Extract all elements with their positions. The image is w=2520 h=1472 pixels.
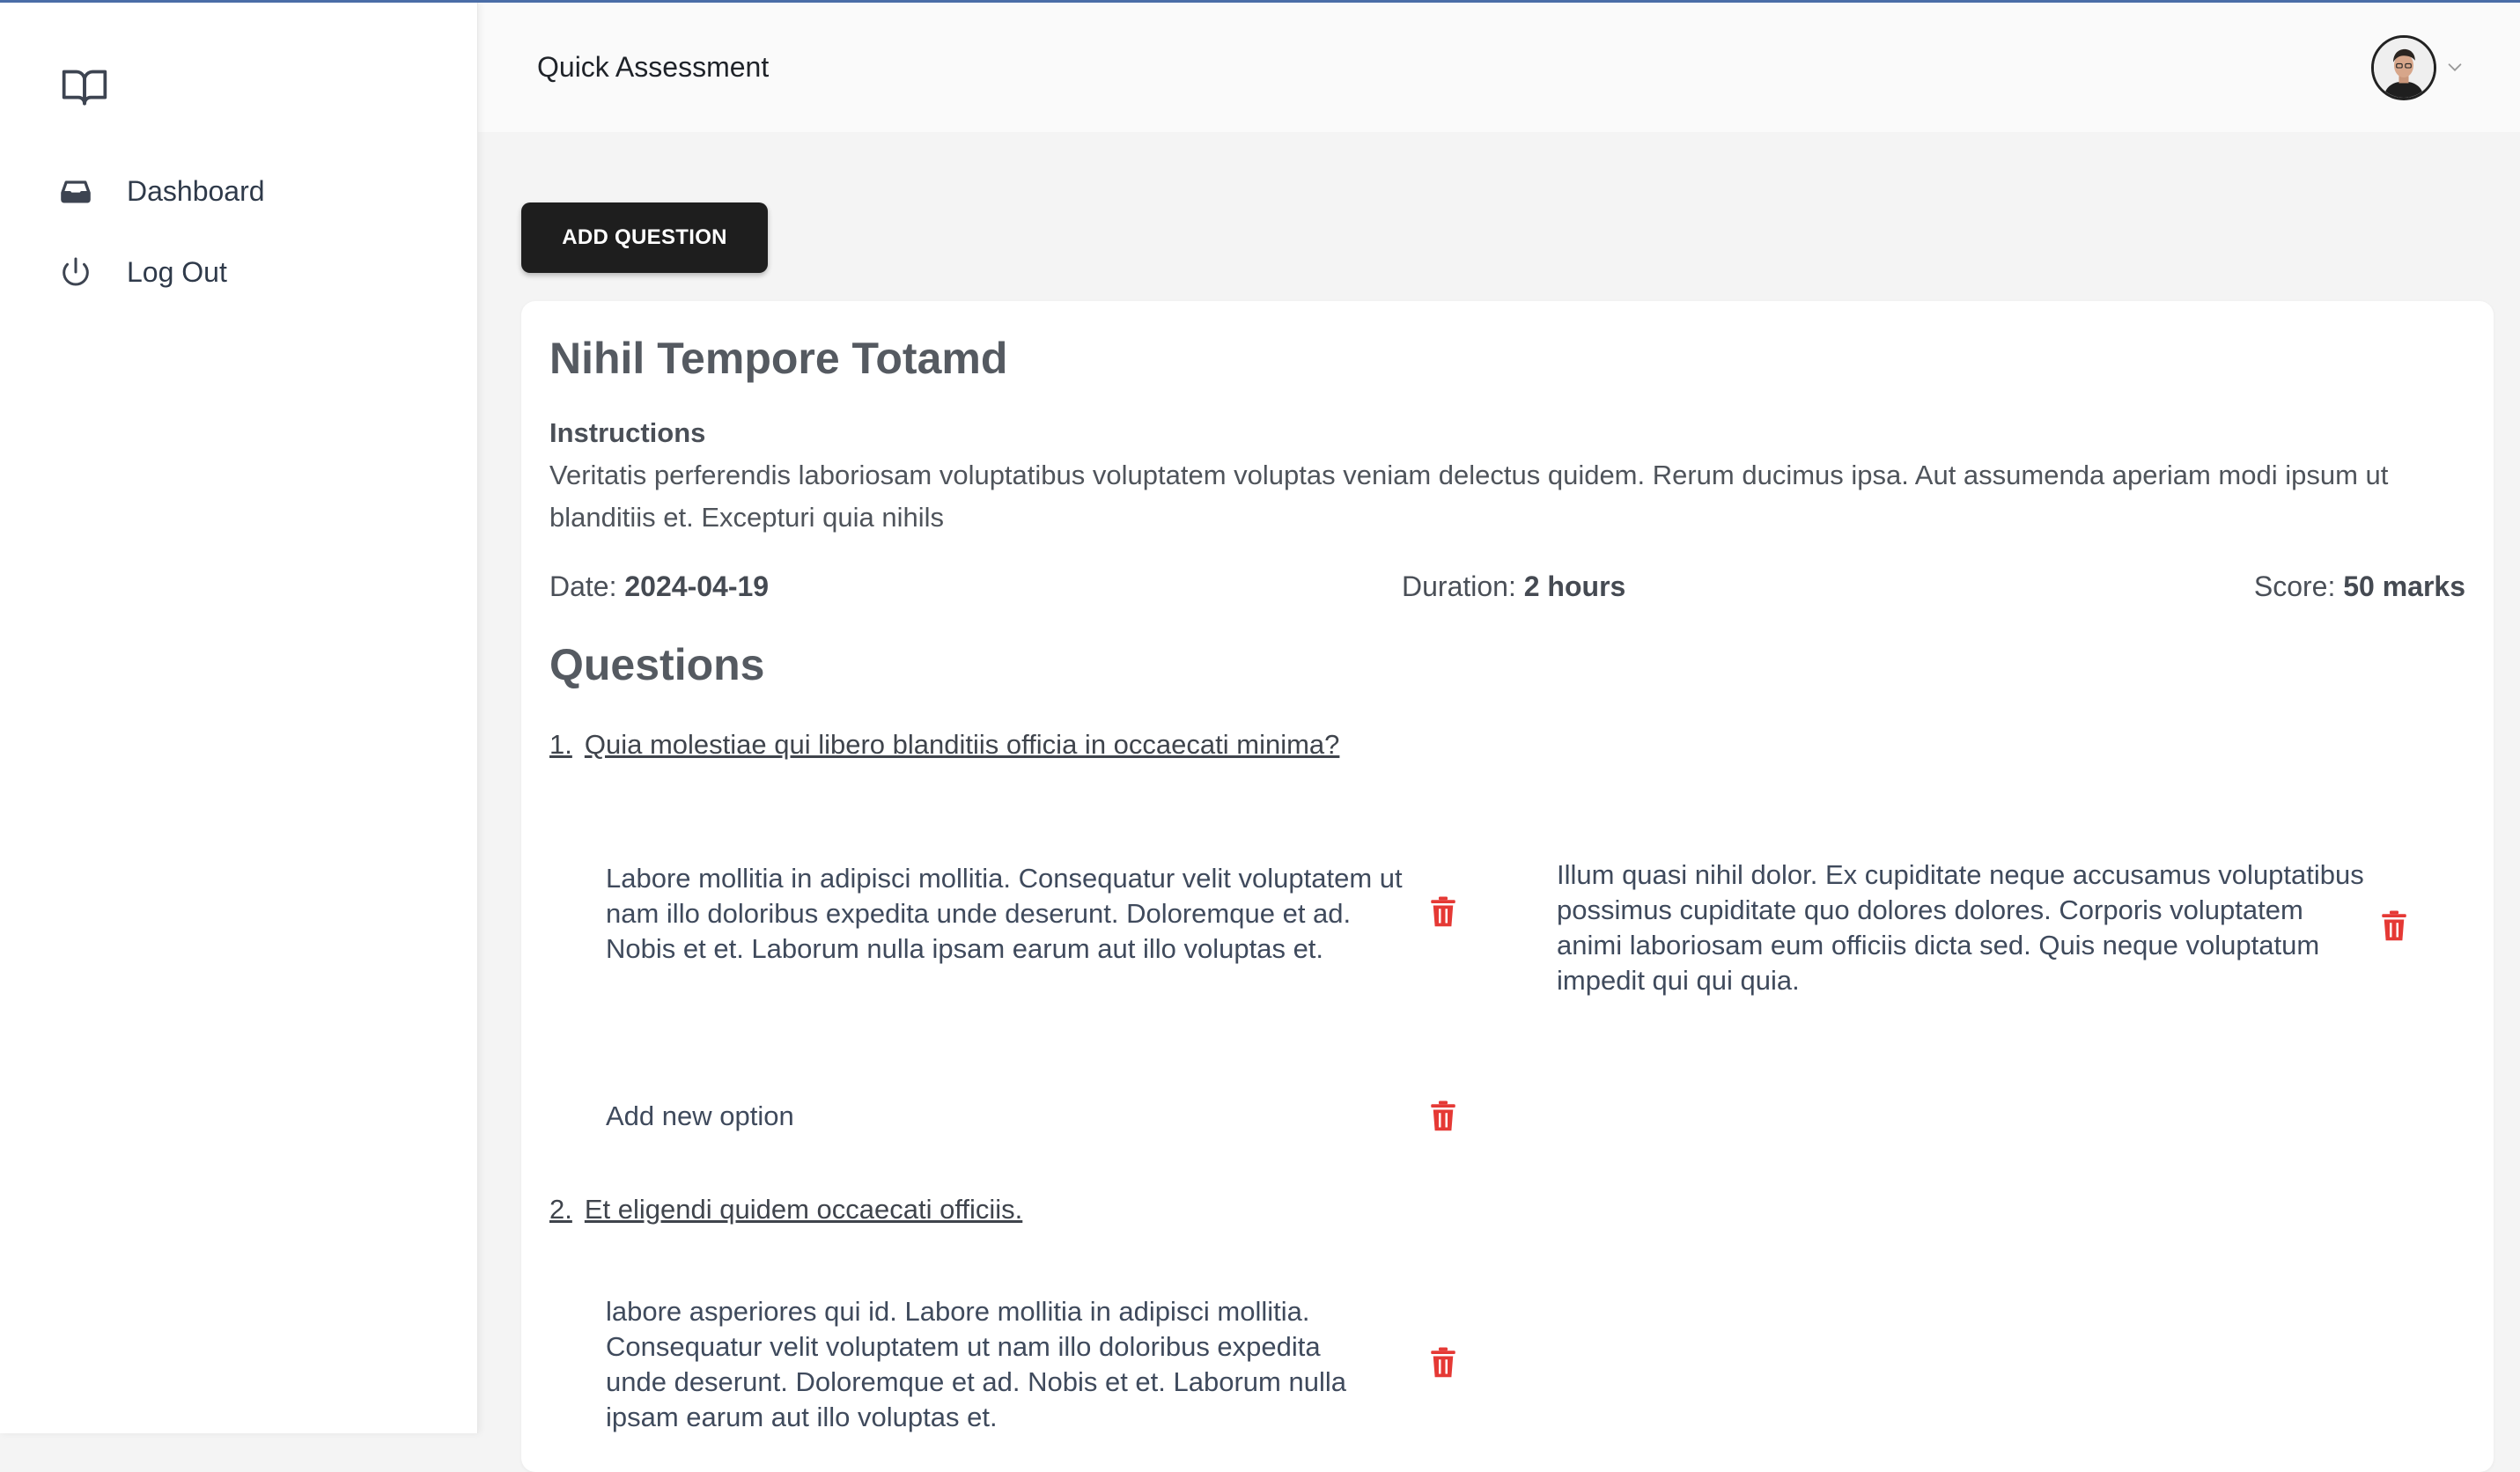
page-title: Quick Assessment [537,51,770,83]
assessment-date: Date: 2024-04-19 [549,570,769,603]
assessment-score: Score: 50 marks [2254,570,2465,603]
sidebar-item-label: Log Out [127,255,227,288]
question-title[interactable]: 2. Et eligendi quidem occaecati officiis… [549,1194,1022,1225]
duration-label: Duration: [1402,570,1516,602]
assessment-duration: Duration: 2 hours [1402,570,1625,603]
top-header: Quick Assessment [478,3,2520,132]
trash-icon[interactable] [1430,1347,1456,1379]
trash-icon[interactable] [1430,1100,1456,1132]
option-text[interactable]: Illum quasi nihil dolor. Ex cupiditate n… [1557,857,2367,998]
option-text[interactable]: labore asperiores qui id. Labore molliti… [606,1294,1381,1435]
chevron-down-icon[interactable] [2445,57,2465,77]
duration-value: 2 hours [1523,570,1626,602]
instructions-heading: Instructions [549,417,706,448]
trash-icon[interactable] [1430,896,1456,928]
sidebar-item-label: Dashboard [127,174,265,207]
sidebar: Dashboard Log Out [0,3,478,1433]
trash-icon[interactable] [2381,910,2407,942]
question-text: Et eligendi quidem occaecati officiis. [584,1194,1023,1225]
questions-heading: Questions [549,640,765,689]
date-value: 2024-04-19 [624,570,770,602]
score-value: 50 marks [2343,570,2465,602]
inbox-icon [56,172,95,210]
avatar[interactable] [2371,35,2436,100]
question-number: 2. [549,1194,572,1225]
question-number: 1. [549,729,572,760]
power-icon [56,253,95,291]
option-text[interactable]: Labore mollitia in adipisci mollitia. Co… [606,861,1416,967]
assessment-title: Nihil Tempore Totamd [549,334,1008,383]
top-accent-line [0,0,2520,3]
question-title[interactable]: 1. Quia molestiae qui libero blanditiis … [549,729,1339,761]
assessment-card: Nihil Tempore Totamd Instructions Verita… [521,301,2494,1472]
question-text: Quia molestiae qui libero blanditiis off… [584,729,1340,760]
instructions-text: Veritatis perferendis laboriosam volupta… [549,460,2389,533]
add-question-button[interactable]: ADD QUESTION [521,202,768,273]
score-label: Score: [2253,570,2336,602]
book-logo-icon[interactable] [56,63,113,112]
sidebar-item-logout[interactable]: Log Out [56,244,227,300]
add-new-option[interactable]: Add new option [606,1099,1310,1134]
sidebar-item-dashboard[interactable]: Dashboard [56,163,265,219]
date-label: Date: [549,570,617,602]
